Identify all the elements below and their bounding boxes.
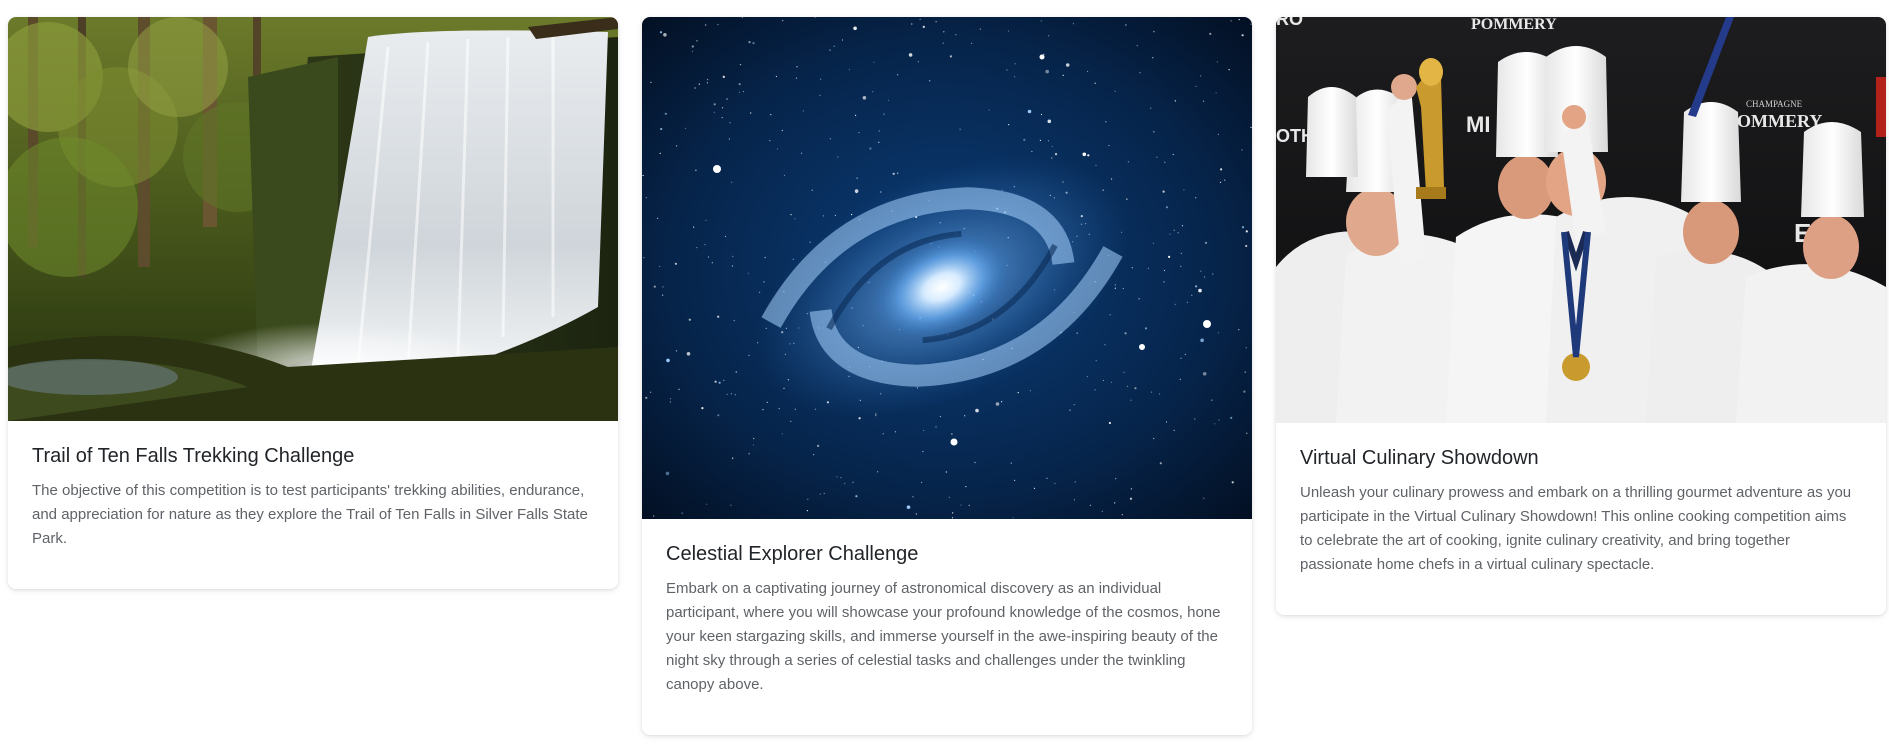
spiral-galaxy-image — [642, 17, 1252, 519]
sponsor-text: POMMERY — [1471, 17, 1557, 33]
challenge-card-celestial[interactable]: Celestial Explorer Challenge Embark on a… — [642, 17, 1252, 735]
card-title[interactable]: Celestial Explorer Challenge — [666, 541, 1228, 567]
sponsor-text: RO — [1276, 17, 1303, 29]
waterfall-forest-image — [8, 17, 618, 421]
challenge-card-trekking[interactable]: Trail of Ten Falls Trekking Challenge Th… — [8, 17, 618, 589]
card-body: Celestial Explorer Challenge Embark on a… — [642, 519, 1252, 735]
challenge-card-grid: Trail of Ten Falls Trekking Challenge Th… — [8, 17, 1886, 742]
card-title[interactable]: Virtual Culinary Showdown — [1300, 445, 1862, 471]
card-description: Embark on a captivating journey of astro… — [666, 580, 1221, 693]
sponsor-text: CHAMPAGNE — [1746, 99, 1803, 109]
sponsor-text: MI — [1466, 112, 1490, 137]
sponsor-text: POMMERY — [1726, 111, 1822, 131]
card-title[interactable]: Trail of Ten Falls Trekking Challenge — [32, 443, 594, 469]
card-body: Virtual Culinary Showdown Unleash your c… — [1276, 423, 1886, 615]
card-description: Unleash your culinary prowess and embark… — [1300, 484, 1852, 573]
card-description: The objective of this competition is to … — [32, 482, 588, 547]
challenge-card-culinary[interactable]: POMMERY CHAMPAGNE POMMERY RO OTH MI ET — [1276, 17, 1886, 615]
card-body: Trail of Ten Falls Trekking Challenge Th… — [8, 421, 618, 589]
celebrating-chefs-image: POMMERY CHAMPAGNE POMMERY RO OTH MI ET — [1276, 17, 1886, 423]
